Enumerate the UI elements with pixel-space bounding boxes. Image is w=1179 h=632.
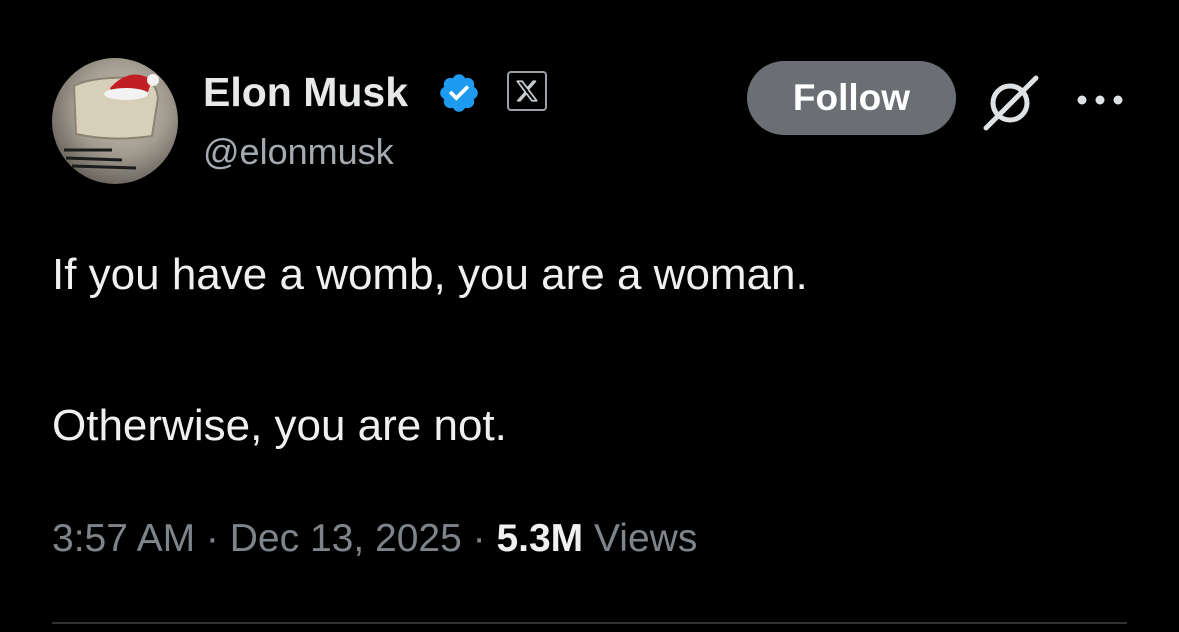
x-logo-icon [516, 80, 538, 102]
grok-icon[interactable] [978, 72, 1042, 132]
views-label: Views [583, 517, 698, 560]
avatar[interactable] [52, 58, 178, 184]
views-count[interactable]: 5.3M [496, 517, 583, 560]
tweet: Elon Musk @elonmusk Follow If you have a… [0, 0, 1179, 632]
display-name[interactable]: Elon Musk [203, 68, 408, 116]
more-options-icon[interactable] [1073, 80, 1127, 120]
follow-button[interactable]: Follow [747, 61, 956, 135]
x-affiliate-badge-icon[interactable] [507, 71, 547, 111]
tweet-date[interactable]: Dec 13, 2025 [230, 517, 462, 560]
meta-separator: · [195, 517, 230, 560]
tweet-time[interactable]: 3:57 AM [52, 517, 195, 560]
avatar-image [64, 74, 160, 170]
tweet-text-line: If you have a womb, you are a woman. [52, 250, 808, 299]
author-handle[interactable]: @elonmusk [203, 130, 394, 174]
verified-badge-icon[interactable] [437, 71, 481, 115]
divider [52, 622, 1127, 624]
meta-separator: · [461, 517, 497, 560]
tweet-text-line: Otherwise, you are not. [52, 401, 507, 450]
tweet-meta: 3:57 AM · Dec 13, 2025 · 5.3M Views [52, 514, 697, 564]
